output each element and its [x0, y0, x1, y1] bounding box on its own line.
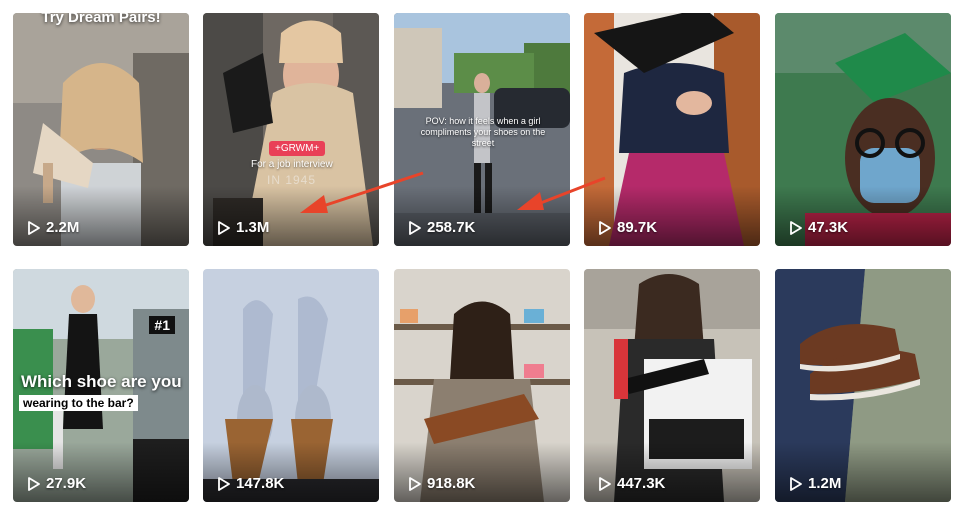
rank-badge: #1	[149, 316, 175, 334]
play-icon	[28, 476, 40, 491]
view-count-value: 258.7K	[427, 219, 476, 236]
annotation-arrow-2	[517, 176, 606, 210]
view-count: 47.3K	[789, 219, 848, 236]
annotation-arrow-1	[300, 171, 424, 213]
view-count-value: 918.8K	[427, 475, 476, 492]
play-icon	[599, 476, 611, 491]
view-count: 258.7K	[408, 219, 475, 236]
video-card-7[interactable]: 147.8K	[203, 269, 379, 502]
view-count: 2.2M	[27, 219, 79, 236]
grwm-badge: +GRWM+	[269, 141, 326, 156]
video-card-5[interactable]: 47.3K	[775, 13, 951, 246]
video-card-4[interactable]: 89.7K	[584, 13, 760, 246]
view-count: 27.9K	[27, 475, 86, 492]
video-grid: Try Dream Pairs! 2.2M +GRWM+ For a job i…	[0, 0, 962, 515]
video-card-6[interactable]: #1 Which shoe are you wearing to the bar…	[13, 269, 189, 502]
video-overlay-caption-line1: Which shoe are you	[21, 372, 182, 391]
view-count: 1.2M	[789, 475, 841, 492]
video-overlay-caption: POV: how it feels when a girl compliment…	[420, 116, 546, 148]
view-count: 918.8K	[408, 475, 475, 492]
video-card-8[interactable]: 918.8K	[394, 269, 570, 502]
view-count-value: 1.2M	[808, 475, 842, 492]
view-count-value: 447.3K	[617, 475, 666, 492]
view-count-value: 27.9K	[46, 475, 87, 492]
view-count-value: 2.2M	[46, 219, 80, 236]
play-icon	[599, 220, 611, 235]
view-count-value: 1.3M	[236, 219, 270, 236]
video-card-9[interactable]: 447.3K	[584, 269, 760, 502]
play-icon	[790, 476, 802, 491]
video-overlay-caption-line2: wearing to the bar?	[19, 395, 138, 411]
view-count: 147.8K	[217, 475, 284, 492]
play-icon	[218, 476, 230, 491]
view-count-value: 47.3K	[808, 219, 849, 236]
view-count: 1.3M	[217, 219, 269, 236]
video-card-10[interactable]: 1.2M	[775, 269, 951, 502]
video-overlay-caption: Try Dream Pairs!	[41, 13, 161, 26]
play-icon	[28, 220, 40, 235]
play-icon	[409, 476, 421, 491]
play-icon	[218, 220, 230, 235]
video-card-1[interactable]: Try Dream Pairs! 2.2M	[13, 13, 189, 246]
play-icon	[409, 220, 421, 235]
view-count-value: 89.7K	[617, 219, 658, 236]
view-count: 447.3K	[598, 475, 665, 492]
view-count-value: 147.8K	[236, 475, 285, 492]
play-icon	[790, 220, 802, 235]
view-count: 89.7K	[598, 219, 657, 236]
